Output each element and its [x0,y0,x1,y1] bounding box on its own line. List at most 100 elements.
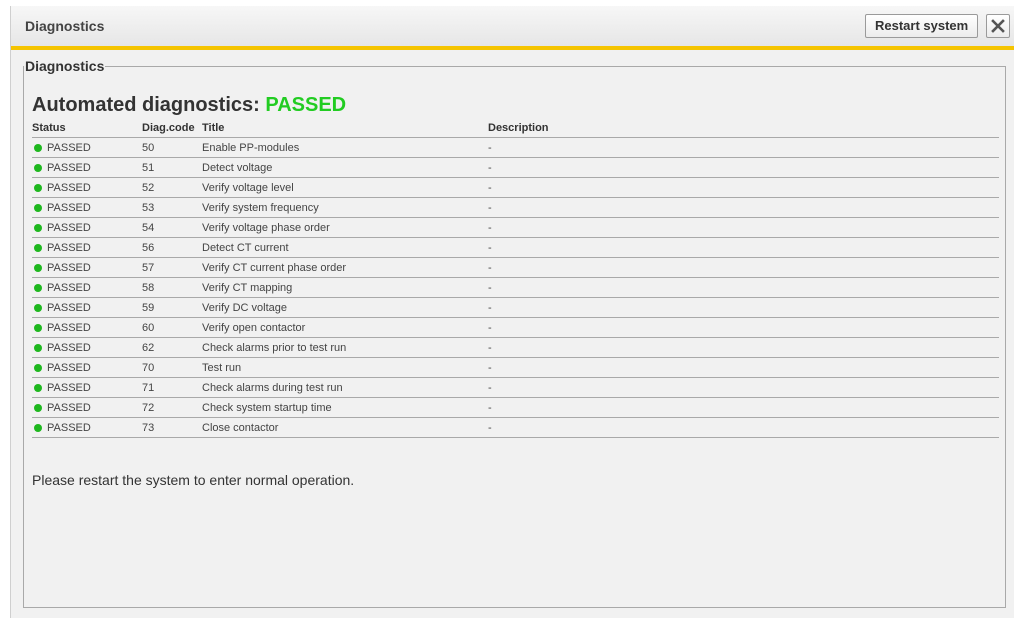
diag-code-cell: 52 [142,177,202,198]
table-row: PASSED 57 Verify CT current phase order - [32,257,999,278]
table-row: PASSED 62 Check alarms prior to test run - [32,337,999,358]
status-cell: PASSED [32,297,142,318]
status-dot-icon [34,283,42,292]
status-dot-icon [34,383,42,392]
diag-code-cell: 73 [142,417,202,438]
status-text: PASSED [47,361,91,374]
status-dot-icon [34,343,42,352]
title-cell: Check system startup time [202,397,488,418]
table-row: PASSED 70 Test run - [32,357,999,378]
table-row: PASSED 73 Close contactor - [32,417,999,438]
diag-code-cell: 56 [142,237,202,258]
status-cell: PASSED [32,177,142,198]
table-header-row: Status Diag.code Title Description [32,119,999,138]
status-text: PASSED [47,161,91,174]
status-text: PASSED [47,401,91,414]
status-cell: PASSED [32,237,142,258]
status-dot-icon [34,163,42,172]
status-cell: PASSED [32,137,142,158]
diag-code-cell: 70 [142,357,202,378]
column-header-status: Status [32,119,142,138]
description-cell: - [488,177,999,198]
status-text: PASSED [47,341,91,354]
window-title: Diagnostics [25,18,105,34]
description-cell: - [488,337,999,358]
diag-code-cell: 58 [142,277,202,298]
status-cell: PASSED [32,157,142,178]
title-cell: Test run [202,357,488,378]
table-row: PASSED 56 Detect CT current - [32,237,999,258]
table-row: PASSED 52 Verify voltage level - [32,177,999,198]
title-cell: Verify DC voltage [202,297,488,318]
title-cell: Check alarms during test run [202,377,488,398]
table-row: PASSED 58 Verify CT mapping - [32,277,999,298]
column-header-description: Description [488,119,999,138]
diagnostics-heading: Automated diagnostics: PASSED [32,94,346,117]
diag-code-cell: 57 [142,257,202,278]
close-button[interactable] [986,14,1010,38]
heading-prefix: Automated diagnostics: [32,94,260,116]
diag-code-cell: 50 [142,137,202,158]
diagnostics-group: Diagnostics Automated diagnostics: PASSE… [23,58,1006,608]
description-cell: - [488,377,999,398]
description-cell: - [488,317,999,338]
description-cell: - [488,257,999,278]
diag-code-cell: 51 [142,157,202,178]
diag-code-cell: 54 [142,217,202,238]
status-text: PASSED [47,381,91,394]
diag-code-cell: 62 [142,337,202,358]
table-row: PASSED 71 Check alarms during test run - [32,377,999,398]
diag-code-cell: 72 [142,397,202,418]
heading-status: PASSED [265,94,347,116]
table-row: PASSED 59 Verify DC voltage - [32,297,999,318]
title-cell: Verify CT current phase order [202,257,488,278]
status-dot-icon [34,363,42,372]
description-cell: - [488,157,999,178]
status-text: PASSED [47,141,91,154]
status-cell: PASSED [32,357,142,378]
status-text: PASSED [47,221,91,234]
title-cell: Enable PP-modules [202,137,488,158]
table-row: PASSED 54 Verify voltage phase order - [32,217,999,238]
description-cell: - [488,277,999,298]
title-cell: Close contactor [202,417,488,438]
description-cell: - [488,217,999,238]
table-row: PASSED 50 Enable PP-modules - [32,137,999,158]
diag-code-cell: 71 [142,377,202,398]
title-cell: Detect CT current [202,237,488,258]
status-dot-icon [34,183,42,192]
restart-system-button[interactable]: Restart system [865,14,979,38]
diagnostics-window: Diagnostics Restart system Diagnostics A… [10,6,1014,618]
status-cell: PASSED [32,277,142,298]
restart-message: Please restart the system to enter norma… [32,472,355,488]
title-cell: Detect voltage [202,157,488,178]
status-dot-icon [34,203,42,212]
status-cell: PASSED [32,377,142,398]
status-dot-icon [34,243,42,252]
description-cell: - [488,417,999,438]
status-text: PASSED [47,281,91,294]
status-dot-icon [34,403,42,412]
table-body: PASSED 50 Enable PP-modules - PASSED 51 Detect… [32,137,999,438]
status-cell: PASSED [32,417,142,438]
table-row: PASSED 60 Verify open contactor - [32,317,999,338]
status-dot-icon [34,223,42,232]
group-legend: Diagnostics [25,58,105,74]
title-bar: Diagnostics Restart system [11,6,1014,50]
description-cell: - [488,357,999,378]
status-dot-icon [34,263,42,272]
diag-code-cell: 53 [142,197,202,218]
status-text: PASSED [47,181,91,194]
description-cell: - [488,237,999,258]
title-cell: Check alarms prior to test run [202,337,488,358]
status-dot-icon [34,323,42,332]
status-dot-icon [34,303,42,312]
status-cell: PASSED [32,197,142,218]
description-cell: - [488,197,999,218]
diagnostics-table: Status Diag.code Title Description PASSE… [32,119,999,438]
description-cell: - [488,397,999,418]
diag-code-cell: 59 [142,297,202,318]
status-text: PASSED [47,321,91,334]
description-cell: - [488,137,999,158]
column-header-diag-code: Diag.code [142,119,202,138]
